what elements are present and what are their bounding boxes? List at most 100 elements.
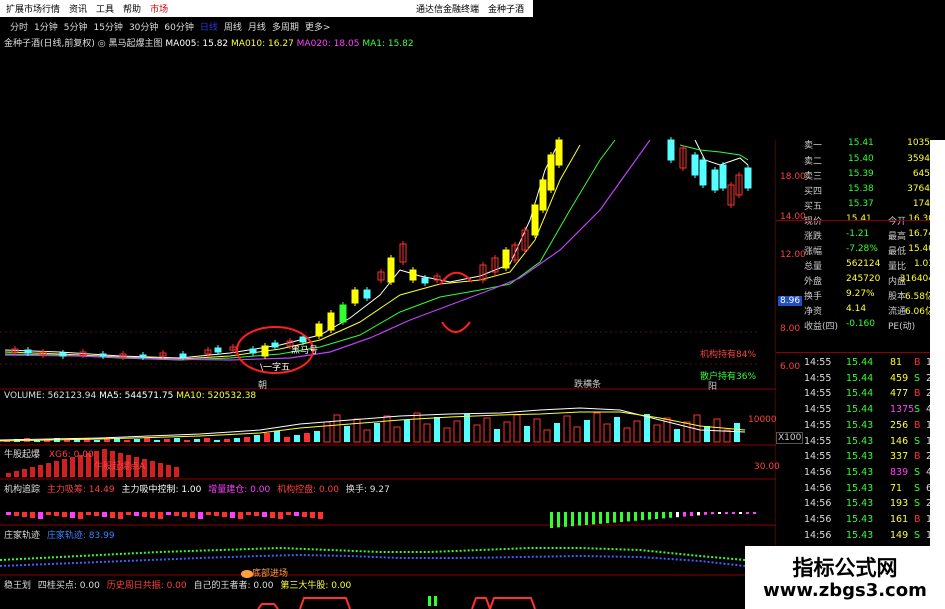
tick-price: 15.43 bbox=[846, 514, 874, 525]
stat-label: 外盘 bbox=[804, 277, 823, 287]
ma5-line bbox=[4, 139, 561, 359]
panel2-bar bbox=[166, 512, 171, 515]
volume-axis-tick: 10000 bbox=[748, 415, 777, 425]
indicator-name[interactable]: 黑马起爆主图 bbox=[109, 39, 163, 49]
tick-time: 14:56 bbox=[804, 466, 832, 478]
scrollbar[interactable] bbox=[930, 140, 945, 609]
panel2-bar bbox=[739, 512, 742, 514]
volume-bar bbox=[234, 438, 240, 442]
indicator-icon[interactable]: ◎ bbox=[98, 39, 106, 49]
tick-side: S bbox=[914, 435, 921, 447]
tick-row: 14:56 15.43 839 S 46 bbox=[804, 467, 940, 481]
volume-bar bbox=[464, 414, 470, 442]
panel2-value-2: 主力吸中控制: 1.00 bbox=[121, 485, 202, 495]
tick-side: B bbox=[914, 514, 921, 525]
ma1-value: MA1: 15.82 bbox=[362, 39, 414, 49]
panel2-name[interactable]: 机构追踪 bbox=[4, 485, 40, 495]
volume-bar bbox=[434, 417, 440, 442]
candle-body bbox=[249, 348, 257, 354]
volume-bar bbox=[94, 440, 100, 442]
panel2-bar bbox=[606, 512, 609, 524]
annotation-zhu: 朝 bbox=[258, 381, 268, 391]
panel2-bar bbox=[230, 512, 235, 518]
candle-body bbox=[387, 257, 395, 283]
candle-body bbox=[691, 154, 699, 176]
panel4-header: 稳王划 四桂买点: 0.00 历史周日共振: 0.00 自己的王者者: 0.00… bbox=[4, 578, 351, 591]
panel2-bar bbox=[174, 512, 179, 516]
panel4-shape bbox=[471, 597, 491, 609]
order-label: 买五 bbox=[804, 202, 823, 212]
tick-side: S bbox=[914, 529, 921, 541]
volume-bar bbox=[323, 421, 331, 443]
tick-row: 14:55 15.44 477 B 26 bbox=[804, 388, 940, 402]
panel2-bar bbox=[294, 512, 299, 516]
tick-time: 14:55 bbox=[804, 388, 832, 400]
volume-bar bbox=[154, 440, 160, 442]
order-label: 卖二 bbox=[804, 157, 823, 167]
panel2-bar bbox=[14, 512, 19, 516]
panel2-value-1: 主力吸筹: 14.49 bbox=[46, 485, 115, 495]
tick-volume: 161 bbox=[890, 514, 909, 525]
volume-bar bbox=[443, 427, 451, 443]
stat-value: 9.27% bbox=[846, 289, 875, 299]
volume-ma5: MA5: 544571.75 bbox=[99, 391, 174, 401]
volume-bar bbox=[224, 439, 230, 442]
candle-body bbox=[555, 139, 563, 166]
tick-price: 15.43 bbox=[846, 419, 874, 431]
tick-time: 14:56 bbox=[804, 529, 832, 541]
tick-price: 15.43 bbox=[846, 451, 874, 463]
stat-label: 换手 bbox=[804, 292, 823, 302]
panel1-bar bbox=[54, 461, 59, 477]
volume-bar bbox=[573, 426, 581, 443]
panel2-bar bbox=[214, 512, 219, 516]
tick-side: B bbox=[914, 388, 921, 400]
annotation-yang: 阳 bbox=[708, 382, 718, 392]
candle-body bbox=[531, 204, 539, 236]
panel3-name[interactable]: 庄家轨迹 bbox=[4, 531, 40, 541]
panel2-bar bbox=[318, 512, 323, 519]
ma-right-line2 bbox=[679, 144, 749, 161]
panel1-value: XG6: 0.00 bbox=[48, 450, 94, 460]
tick-row: 14:55 15.43 146 S 14 bbox=[804, 436, 940, 450]
stat-value: -1.21 bbox=[846, 229, 870, 239]
stat-row: 外盘 245720 内盘 316404 bbox=[804, 274, 940, 288]
tick-time: 14:56 bbox=[804, 514, 832, 525]
volume-bar bbox=[453, 420, 461, 443]
panel2-bar bbox=[753, 512, 756, 514]
panel2-bar bbox=[142, 512, 147, 517]
panel1-bar bbox=[22, 469, 27, 477]
kline-chart[interactable] bbox=[0, 0, 776, 609]
panel2-bar bbox=[22, 512, 27, 517]
stat-value: -0.160 bbox=[846, 319, 876, 329]
volume-bar bbox=[244, 437, 250, 442]
panel2-value-5: 换手: 9.27 bbox=[345, 485, 390, 495]
volume-bar bbox=[393, 426, 401, 443]
candle-body bbox=[699, 159, 707, 186]
tick-volume: 256 bbox=[890, 419, 909, 431]
panel2-bar bbox=[662, 512, 665, 519]
volume-bar bbox=[304, 433, 310, 442]
candle-body bbox=[261, 345, 269, 357]
tick-row: 14:55 15.44 459 S 25 bbox=[804, 373, 940, 387]
panel2-bar bbox=[222, 512, 227, 517]
order-volume: 645 bbox=[912, 169, 930, 179]
panel1-name[interactable]: 牛股起爆 bbox=[4, 450, 40, 460]
volume-bar bbox=[194, 439, 200, 442]
stat-row: 换手 9.27% 股本 6.58亿 bbox=[804, 289, 940, 303]
volume-bar bbox=[124, 440, 130, 442]
ma5-value: MA005: 15.82 bbox=[165, 39, 229, 49]
volume-bar bbox=[614, 417, 620, 442]
panel1-bar bbox=[6, 473, 11, 477]
panel4-name[interactable]: 稳王划 bbox=[4, 581, 31, 591]
panel2-bar bbox=[550, 512, 553, 528]
stat-row: 现价 15.41 今开 16.30 bbox=[804, 214, 940, 228]
panel2-bar bbox=[669, 512, 672, 518]
candle-body bbox=[409, 269, 417, 281]
tick-price: 15.43 bbox=[846, 529, 874, 541]
candle-body bbox=[99, 353, 107, 357]
order-label: 卖三 bbox=[804, 172, 823, 182]
tick-side: B bbox=[914, 419, 921, 431]
tick-time: 14:55 bbox=[804, 451, 832, 463]
panel4-value-1: 四桂买点: 0.00 bbox=[37, 581, 100, 591]
panel2-bar bbox=[30, 512, 35, 518]
